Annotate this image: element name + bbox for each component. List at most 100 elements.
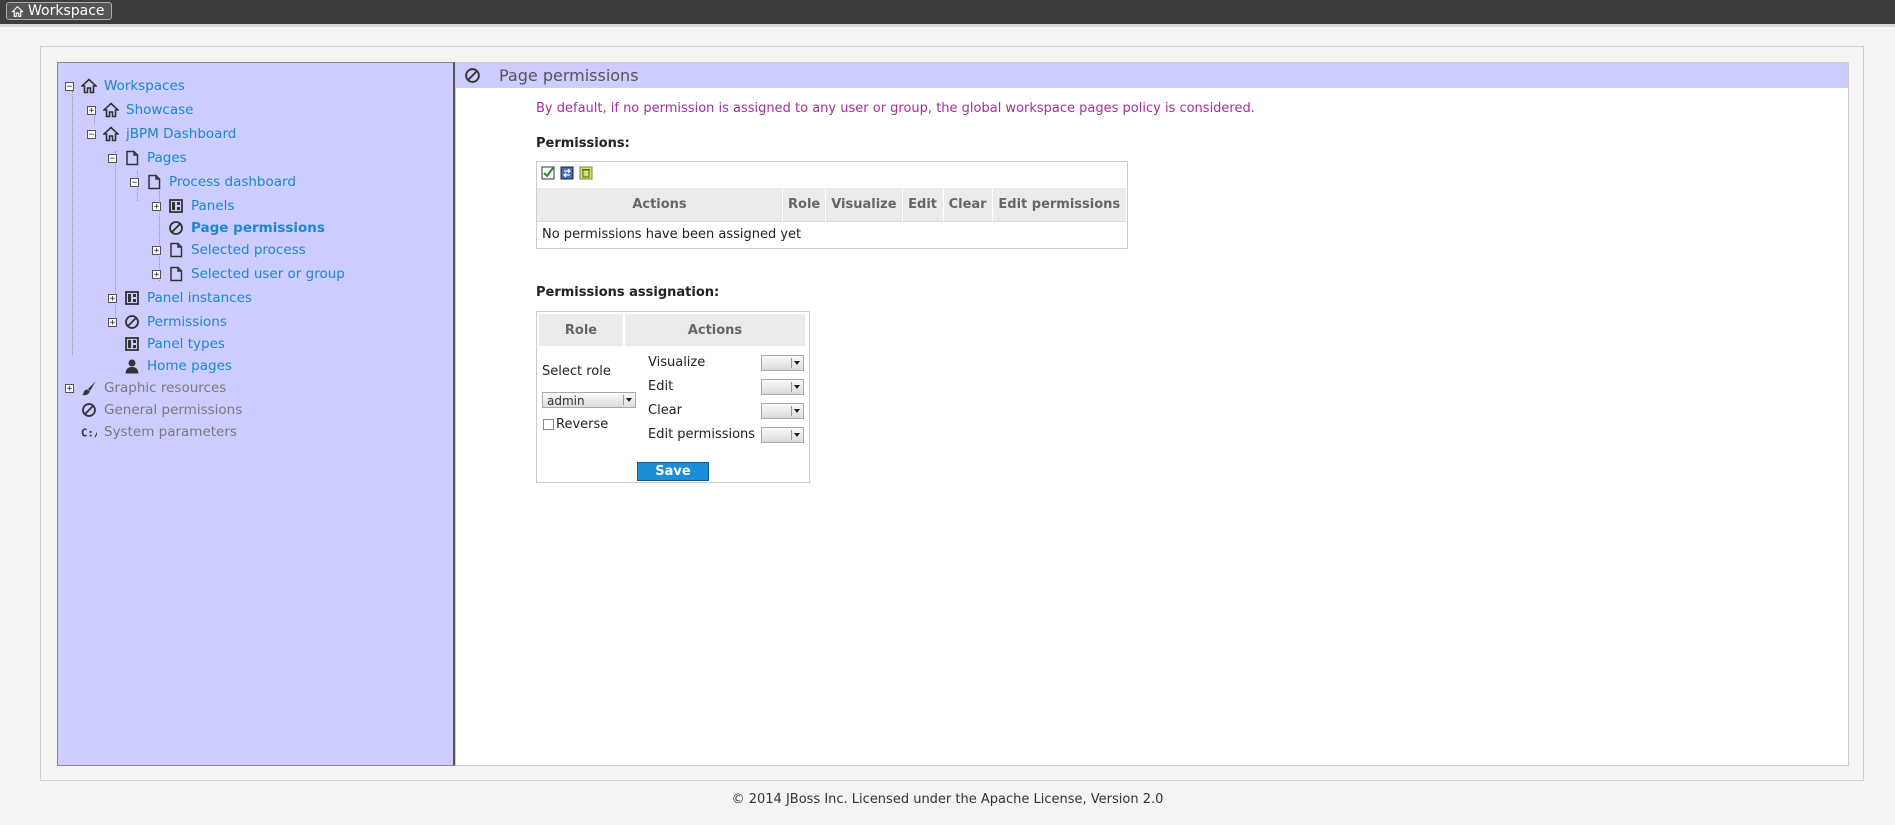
tree-item-label[interactable]: Page permissions (191, 220, 325, 236)
tree-item-label[interactable]: Selected user or group (191, 266, 345, 282)
expand-icon[interactable]: + (108, 317, 117, 327)
user-icon (123, 357, 141, 375)
collapse-icon[interactable]: − (130, 177, 139, 187)
edit-select[interactable] (761, 379, 804, 395)
column-role: Role (782, 188, 827, 222)
permissions-assignment-box: Role Actions Select role admin Reverse V… (536, 311, 810, 483)
tree-item[interactable]: Panel types (108, 335, 225, 353)
tree-item-label[interactable]: Home pages (147, 358, 232, 374)
expand-icon[interactable]: + (152, 201, 161, 211)
panel-icon (123, 335, 141, 353)
action-edit-permissions-label: Edit permissions (648, 427, 756, 442)
page-title: Page permissions (499, 66, 639, 85)
table-row: No permissions have been assigned yet (537, 221, 1127, 247)
action-clear-label: Clear (648, 403, 682, 418)
column-visualize: Visualize (825, 188, 903, 222)
workspace-button[interactable]: Workspace (6, 2, 112, 20)
edit-permissions-select[interactable] (761, 427, 804, 443)
tree-item-label[interactable]: Selected process (191, 242, 306, 258)
save-button[interactable]: Save (637, 462, 709, 481)
tree-item-label[interactable]: Process dashboard (169, 174, 296, 190)
prohibited-icon (465, 68, 480, 83)
invert-icon[interactable] (560, 166, 574, 180)
prohibited-icon (80, 401, 98, 419)
chevron-down-icon (791, 430, 802, 440)
tree-item[interactable]: Page permissions (152, 219, 325, 237)
home-icon (11, 5, 24, 17)
permissions-table-box: Actions Role Visualize Edit Clear Edit p… (536, 161, 1128, 249)
page-icon (167, 241, 185, 259)
assignment-role-header: Role (539, 314, 623, 346)
tree-item-label[interactable]: Pages (147, 150, 187, 166)
delete-icon[interactable] (579, 166, 593, 180)
assignment-label: Permissions assignation: (536, 285, 720, 300)
default-policy-note: By default, if no permission is assigned… (536, 101, 1255, 116)
tree-item-label[interactable]: Panels (191, 198, 234, 214)
tree-item-label[interactable]: Panel instances (147, 290, 252, 306)
action-edit-label: Edit (648, 379, 674, 394)
tree-item[interactable]: + Panels (152, 197, 234, 215)
permissions-table-header: Actions Role Visualize Edit Clear Edit p… (537, 188, 1128, 222)
home-icon (80, 77, 98, 95)
navigation-tree-panel: − Workspaces + Showcase − jBPM Dashboard − Page… (57, 62, 456, 766)
tree-item[interactable]: General permissions (65, 401, 242, 419)
tree-item-label[interactable]: Workspaces (104, 78, 185, 94)
tree-item[interactable]: − Pages (108, 149, 187, 167)
clear-select[interactable] (761, 403, 804, 419)
column-actions: Actions (537, 188, 783, 222)
tree-guide (72, 91, 73, 355)
select-all-icon[interactable] (541, 166, 555, 180)
tree-item[interactable]: − jBPM Dashboard (87, 125, 236, 143)
tree-item-label[interactable]: Graphic resources (104, 380, 226, 396)
home-icon (102, 101, 120, 119)
expand-icon[interactable]: + (87, 105, 96, 115)
expand-icon[interactable]: + (152, 269, 161, 279)
tree-item[interactable]: − Workspaces (65, 77, 185, 95)
tree-item[interactable]: + Graphic resources (65, 379, 226, 397)
page-icon (167, 265, 185, 283)
role-select-value: admin (547, 394, 585, 408)
visualize-select[interactable] (761, 355, 804, 371)
collapse-icon[interactable]: − (87, 129, 96, 139)
tree-item[interactable]: − Process dashboard (130, 173, 296, 191)
empty-message: No permissions have been assigned yet (537, 221, 1127, 247)
expand-icon[interactable]: + (152, 245, 161, 255)
tree-item[interactable]: + Selected user or group (152, 265, 345, 283)
tree-item[interactable]: + Selected process (152, 241, 306, 259)
permissions-label: Permissions: (536, 136, 630, 151)
tree-item[interactable]: + Permissions (108, 313, 227, 331)
tree-item[interactable]: Home pages (108, 357, 232, 375)
panel-icon (123, 289, 141, 307)
home-icon (102, 125, 120, 143)
prohibited-icon (167, 219, 185, 237)
tree-item-label[interactable]: Showcase (126, 102, 193, 118)
panel-icon (167, 197, 185, 215)
tree-item-label[interactable]: Panel types (147, 336, 225, 352)
column-edit: Edit (902, 188, 944, 222)
tree-item-label[interactable]: General permissions (104, 402, 242, 418)
page-icon (123, 149, 141, 167)
reverse-checkbox[interactable] (543, 419, 554, 430)
tree-item[interactable]: C:/ System parameters (65, 423, 237, 441)
svg-text:C:/: C:/ (81, 426, 97, 439)
footer-copyright: © 2014 JBoss Inc. Licensed under the Apa… (731, 792, 1164, 807)
expand-icon[interactable]: + (65, 383, 74, 393)
tree-item-label[interactable]: jBPM Dashboard (126, 126, 236, 142)
collapse-icon[interactable]: − (65, 81, 74, 91)
role-select[interactable]: admin (542, 392, 636, 408)
top-bar: Workspace (0, 0, 1895, 27)
reverse-label: Reverse (556, 417, 609, 432)
expand-icon[interactable]: + (108, 293, 117, 303)
collapse-icon[interactable]: − (108, 153, 117, 163)
chevron-down-icon (623, 395, 634, 405)
chevron-down-icon (791, 406, 802, 416)
tree-item[interactable]: + Showcase (87, 101, 193, 119)
chevron-down-icon (791, 382, 802, 392)
column-clear: Clear (943, 188, 993, 222)
tree-item-label[interactable]: System parameters (104, 424, 237, 440)
action-visualize-label: Visualize (648, 355, 706, 370)
chevron-down-icon (791, 358, 802, 368)
tree-item-label[interactable]: Permissions (147, 314, 227, 330)
tree-item[interactable]: + Panel instances (108, 289, 252, 307)
permissions-table: Actions Role Visualize Edit Clear Edit p… (537, 188, 1128, 247)
